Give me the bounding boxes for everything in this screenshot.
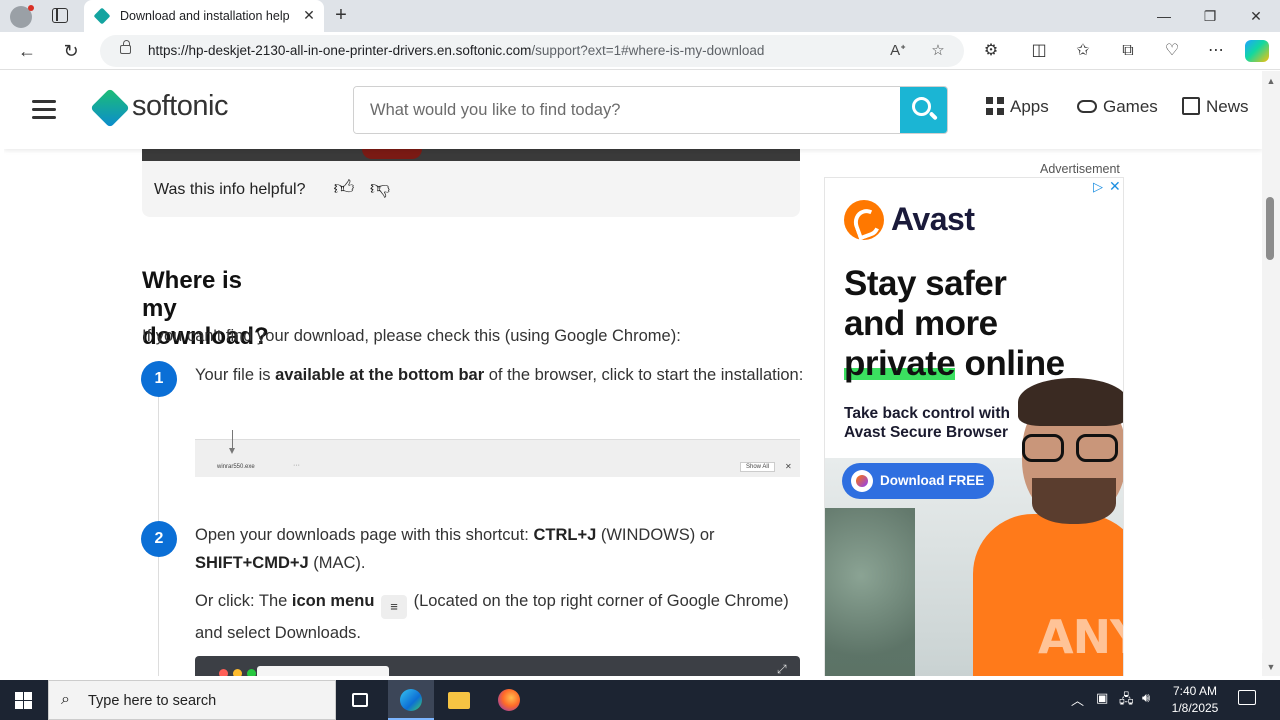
helpful-feedback-box: Was this info helpful? 👍︎ 👎︎: [142, 161, 800, 217]
browser-essentials-icon[interactable]: ♡: [1161, 40, 1183, 62]
thumbs-up-icon[interactable]: 👍︎: [331, 175, 357, 201]
lock-icon[interactable]: [120, 40, 131, 54]
close-window-icon[interactable]: ✕: [1245, 5, 1267, 27]
advertisement-label: Advertisement: [1040, 162, 1120, 176]
address-bar[interactable]: https://hp-deskjet-2130-all-in-one-print…: [100, 35, 964, 67]
anyrun-watermark: ANY RUN: [1038, 610, 1267, 664]
browser-tab-active[interactable]: Download and installation help ✕: [84, 0, 324, 32]
show-all-label: Show All: [740, 462, 776, 472]
site-search: [353, 86, 948, 134]
more-options-icon[interactable]: ⋯: [1205, 40, 1227, 62]
avast-logo-icon: [844, 200, 884, 240]
edge-taskbar-button[interactable]: [388, 680, 434, 720]
search-input[interactable]: [354, 87, 900, 133]
arrow-down-icon: [229, 430, 235, 454]
notifications-icon[interactable]: [1238, 690, 1256, 705]
back-icon[interactable]: ←: [16, 40, 38, 62]
nav-apps[interactable]: Apps: [986, 97, 1049, 117]
network-icon[interactable]: 🖧︎: [1119, 690, 1134, 712]
clock-date: 1/8/2025: [1171, 701, 1219, 715]
read-aloud-icon[interactable]: Aᐩ: [888, 41, 908, 61]
extensions-icon[interactable]: ⚙: [980, 40, 1002, 62]
new-tab-icon[interactable]: +: [330, 5, 352, 27]
avast-browser-icon: [851, 470, 873, 492]
downloads-page-illustration: ⤢: [195, 656, 800, 676]
favorites-icon[interactable]: ✩: [1072, 40, 1094, 62]
helpful-question: Was this info helpful?: [154, 181, 306, 198]
taskbar-search-placeholder: Type here to search: [88, 693, 217, 709]
ad-close-icon[interactable]: ✕: [1109, 178, 1121, 195]
scroll-down-icon[interactable]: ▼: [1266, 662, 1276, 672]
favorite-star-icon[interactable]: ☆: [928, 41, 948, 61]
site-header: softonic Apps Games News: [4, 71, 1262, 149]
site-logo[interactable]: softonic: [132, 90, 228, 123]
split-screen-icon[interactable]: ◫: [1028, 40, 1050, 62]
news-icon: [1182, 97, 1200, 115]
taskbar-clock[interactable]: 7:40 AM 1/8/2025: [1162, 683, 1228, 717]
minimize-icon[interactable]: —: [1153, 5, 1175, 27]
task-view-button[interactable]: [337, 680, 383, 720]
restore-icon[interactable]: ❐: [1199, 5, 1221, 27]
step-2-text: Open your downloads page with this short…: [195, 526, 715, 572]
article-image: [142, 149, 800, 161]
device-icon[interactable]: ▣: [1096, 690, 1108, 706]
tab-actions-icon[interactable]: [52, 8, 68, 23]
clock-time: 7:40 AM: [1172, 684, 1218, 698]
firefox-taskbar-button[interactable]: [486, 680, 532, 720]
browser-toolbar: ← ↻ https://hp-deskjet-2130-all-in-one-p…: [0, 32, 1280, 70]
softonic-logo-icon[interactable]: [90, 88, 130, 128]
refresh-icon[interactable]: ↻: [60, 40, 82, 62]
volume-icon[interactable]: 🔊︎: [1142, 690, 1150, 706]
url-text[interactable]: https://hp-deskjet-2130-all-in-one-print…: [148, 43, 764, 58]
folder-icon: [448, 692, 470, 709]
ad-brand: Avast: [891, 201, 975, 237]
intro-text: If you can't find your download, please …: [142, 327, 681, 345]
show-hidden-icons-icon[interactable]: ︿: [1071, 690, 1084, 709]
download-file-name: winrar550.exe: [217, 464, 255, 470]
copilot-icon[interactable]: [1245, 40, 1269, 62]
step-number-1: 1: [141, 361, 177, 397]
thumbs-down-icon[interactable]: 👎︎: [367, 175, 393, 201]
step-number-2: 2: [141, 521, 177, 557]
softonic-favicon-icon: [93, 7, 111, 25]
dots-icon: ···: [293, 462, 300, 469]
profile-icon[interactable]: [10, 5, 34, 28]
close-tab-icon[interactable]: ✕: [300, 6, 318, 24]
collections-icon[interactable]: ⧉: [1117, 40, 1139, 62]
download-bar-illustration: winrar550.exe ··· Show All ✕: [195, 430, 800, 477]
ad-subline: Take back control with Avast Secure Brow…: [844, 405, 1010, 441]
step-2-or-click-text: Or click: The icon menu ≡ (Located on th…: [195, 592, 789, 642]
file-explorer-taskbar-button[interactable]: [436, 680, 482, 720]
close-icon: ✕: [785, 462, 792, 471]
page-scrollbar[interactable]: ▲ ▼: [1262, 71, 1280, 676]
taskbar-search[interactable]: ⌕ Type here to search: [48, 680, 336, 720]
avast-advertisement[interactable]: ▷ ✕ Avast Stay safer and more private onli…: [824, 177, 1124, 676]
page-viewport: softonic Apps Games News Was this info h…: [4, 71, 1262, 676]
ad-headline: Stay safer and more private online: [844, 264, 1065, 383]
windows-start-icon[interactable]: [15, 692, 32, 709]
chrome-menu-icon: ≡: [381, 595, 407, 619]
nav-games[interactable]: Games: [1077, 97, 1158, 117]
search-icon: ⌕: [61, 691, 70, 708]
step-1-text: Your file is available at the bottom bar…: [195, 366, 804, 384]
expand-icon: ⤢: [777, 662, 787, 676]
firefox-icon: [498, 689, 520, 711]
scroll-up-icon[interactable]: ▲: [1266, 76, 1276, 86]
tab-title: Download and installation help: [120, 9, 290, 23]
apps-grid-icon: [986, 97, 1004, 115]
adchoices-icon[interactable]: ▷: [1093, 179, 1103, 195]
task-view-icon: [352, 693, 368, 707]
ad-download-button[interactable]: Download FREE: [842, 463, 994, 499]
nav-news[interactable]: News: [1182, 97, 1249, 117]
scrollbar-thumb[interactable]: [1266, 197, 1274, 260]
search-button[interactable]: [900, 87, 947, 133]
gamepad-icon: [1077, 100, 1097, 113]
browser-tab-bar: Download and installation help ✕ + — ❐ ✕: [0, 0, 1280, 32]
windows-taskbar: ⌕ Type here to search ︿ ▣ 🖧︎ 🔊︎ 7:40 AM …: [0, 680, 1280, 720]
edge-icon: [400, 689, 422, 711]
hamburger-menu-icon[interactable]: [32, 100, 56, 119]
